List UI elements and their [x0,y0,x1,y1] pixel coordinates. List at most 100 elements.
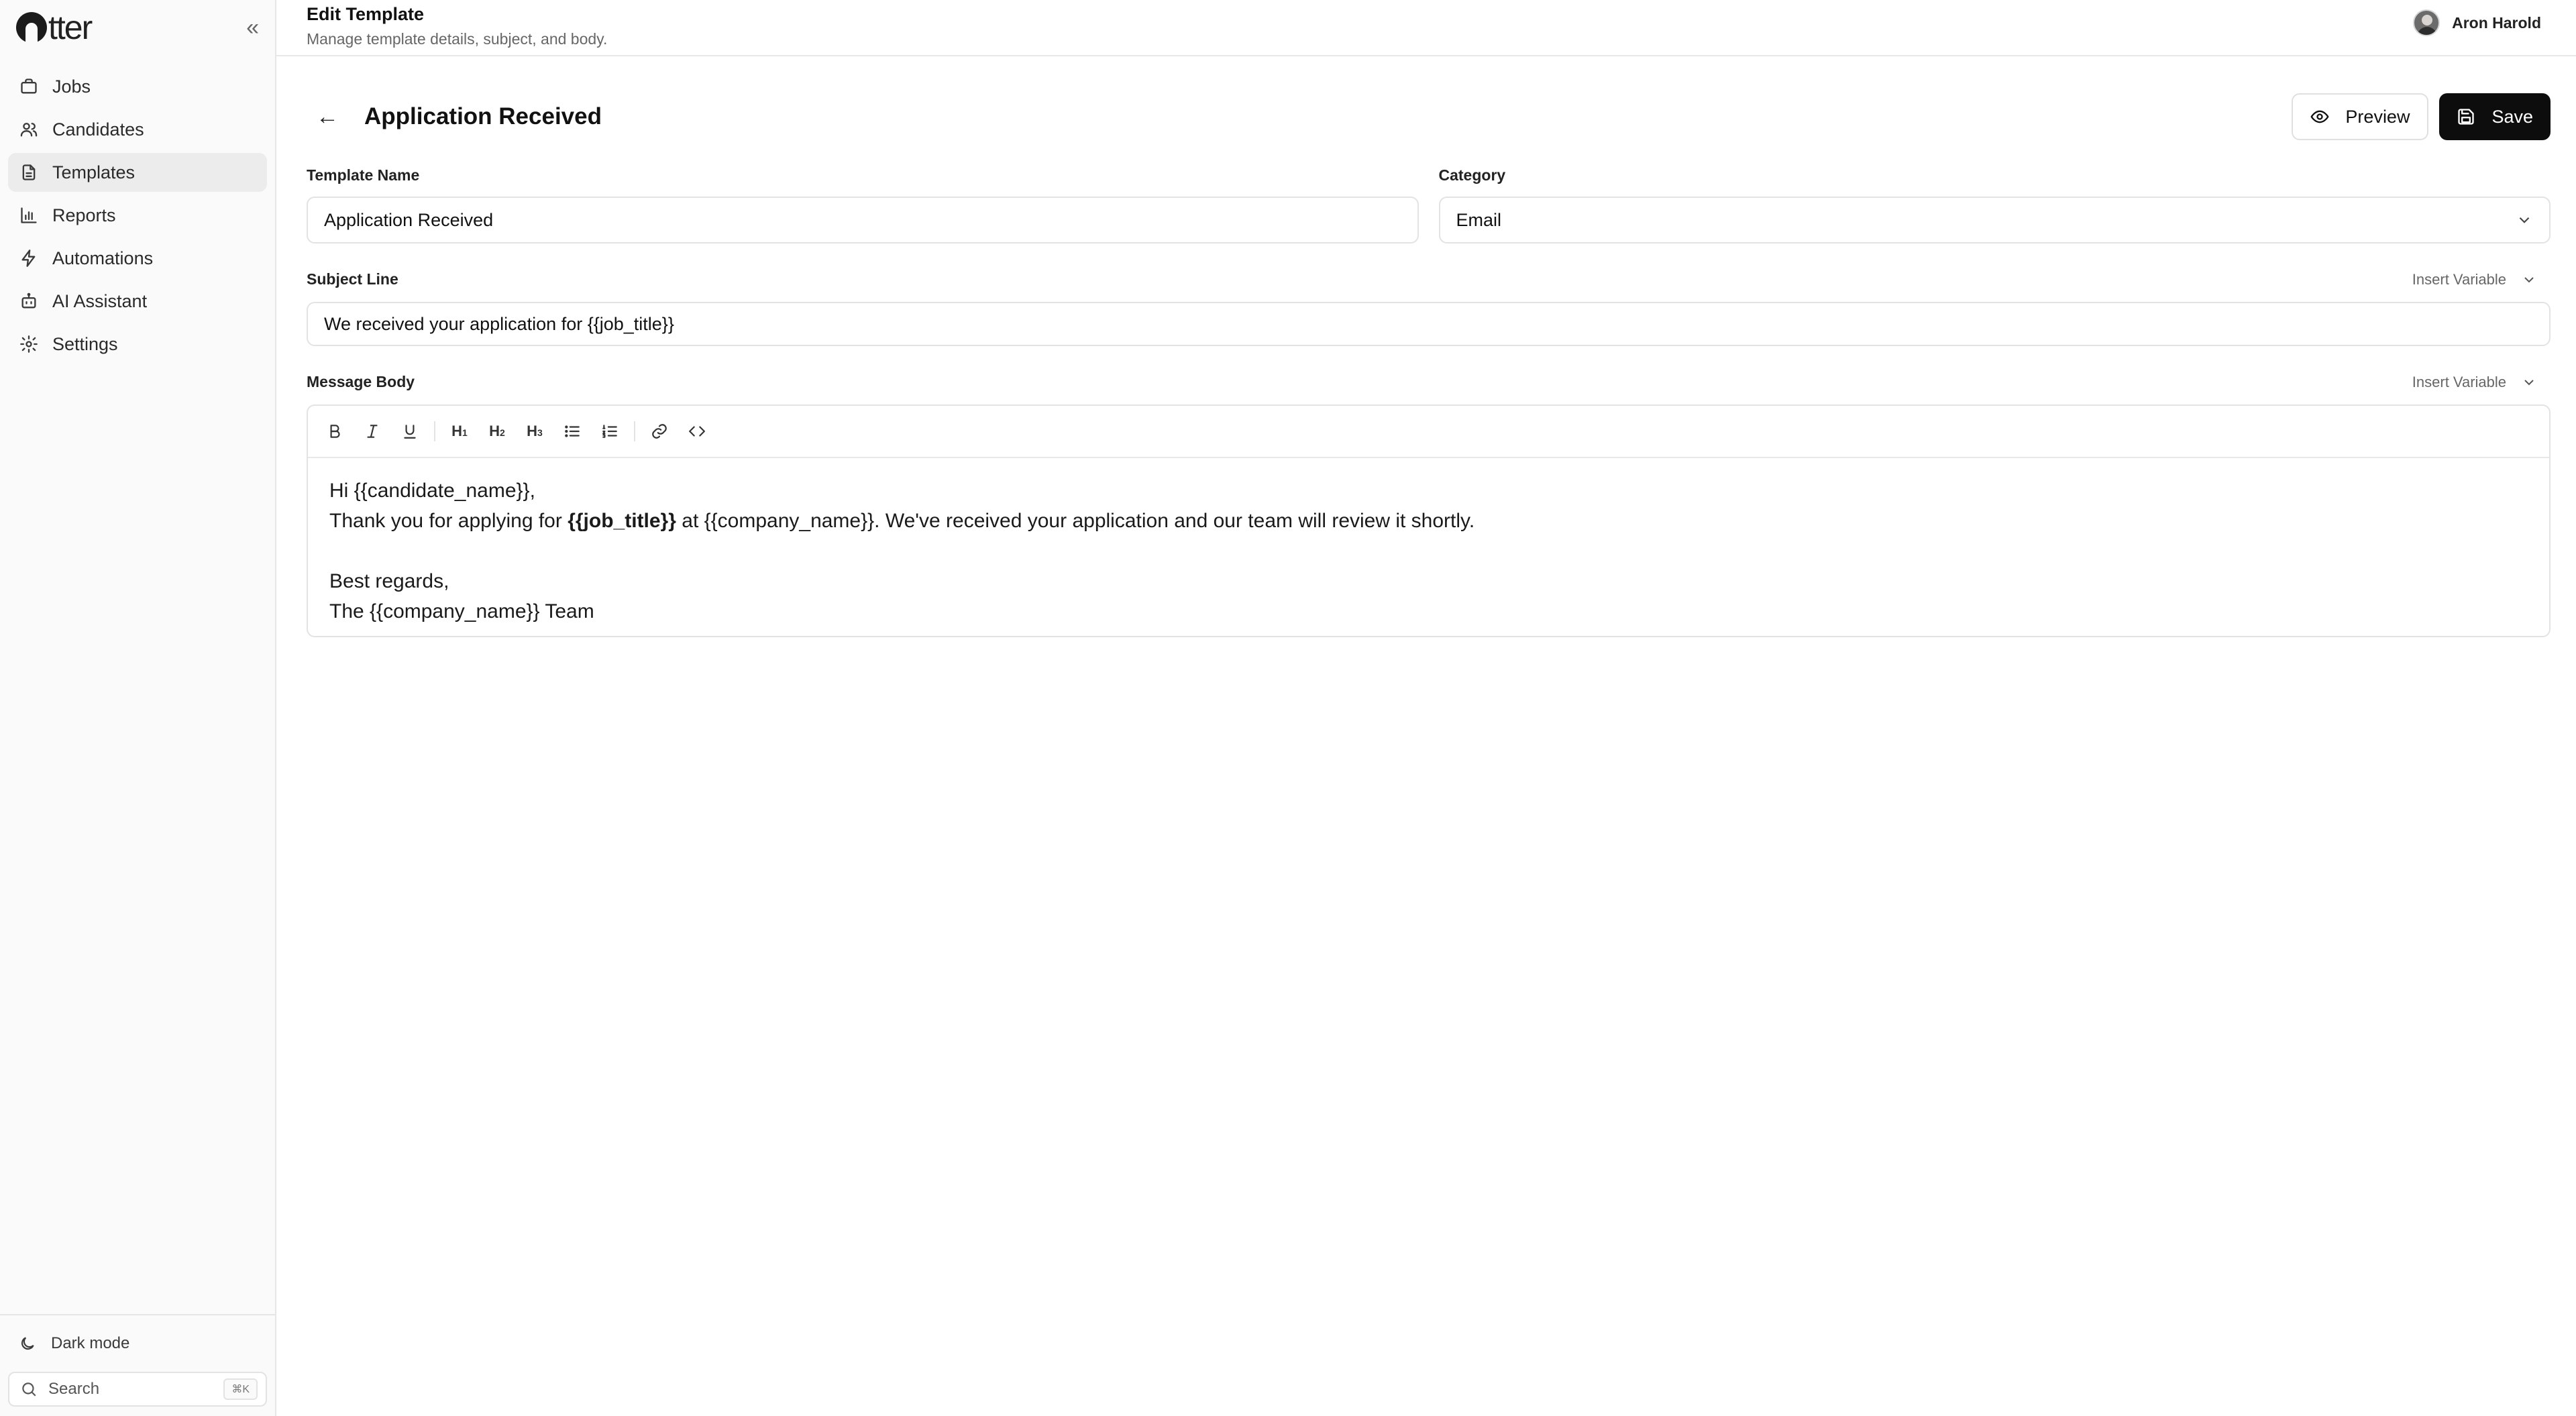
body-line-main: Thank you for applying for {{job_title}}… [329,506,2528,536]
numbered-list-button[interactable] [596,418,623,445]
sidebar-item-label: Jobs [52,76,91,97]
h1-icon: H1 [451,423,468,439]
sidebar-item-label: Settings [52,333,118,354]
moon-icon [21,1337,34,1350]
heading-2-button[interactable]: H2 [484,418,511,445]
bold-icon [330,425,340,438]
heading-3-button[interactable]: H3 [521,418,548,445]
page-header: ← Application Received Preview Save [307,93,2551,141]
app-root: tter « Jobs Candidates Templates Reports… [0,0,2576,1416]
sidebar-item-reports[interactable]: Reports [8,196,267,235]
briefcase-icon [19,76,39,97]
sidebar-item-templates[interactable]: Templates [8,153,267,192]
body-text: at {{company_name}}. We've received your… [676,510,1475,532]
zap-icon [19,248,39,268]
italic-button[interactable] [359,418,386,445]
message-body-editor: H1 H2 H3 Hi {{candidate_name}}, Thank yo… [307,404,2551,637]
insert-variable-label: Insert Variable [2412,373,2506,390]
gear-icon [19,334,39,354]
subject-line-field[interactable]: We received your application for {{job_t… [307,302,2551,346]
underline-button[interactable] [396,418,423,445]
sidebar-item-candidates[interactable]: Candidates [8,110,267,149]
chevron-down-icon [2519,217,2530,223]
topbar-titles: Edit Template Manage template details, s… [307,0,607,48]
save-button[interactable]: Save [2439,93,2551,140]
category-select[interactable]: Email [1438,197,2551,243]
template-name-value: Application Received [324,209,494,230]
sidebar-header: tter « [0,0,275,55]
bot-icon [19,291,39,311]
message-body-label: Message Body [307,373,415,390]
app-logo[interactable]: tter [16,8,93,47]
link-button[interactable] [646,418,673,445]
h3-icon: H3 [527,423,543,439]
template-name-label: Template Name [307,166,420,184]
logo-mark-icon [16,12,47,43]
page-actions: Preview Save [2292,93,2551,140]
bar-chart-icon [19,205,39,225]
heading-1-button[interactable]: H1 [446,418,473,445]
category-value: Email [1456,209,1502,230]
sidebar-item-settings[interactable]: Settings [8,325,267,364]
sidebar-footer: Dark mode Search ⌘K [0,1314,275,1416]
underline-icon [404,425,416,439]
logo-text: tter [48,9,93,46]
italic-icon [367,425,378,438]
save-icon [2458,109,2475,125]
body-line-signature: The {{company_name}} Team [329,600,594,622]
sidebar-item-label: Templates [52,162,136,182]
body-blank-line [329,536,2528,566]
users-icon [19,119,39,140]
body-line-greeting: Hi {{candidate_name}}, [329,480,535,502]
template-name-field-group: Template Name Application Received [307,166,1419,243]
topbar: Edit Template Manage template details, s… [276,0,2576,56]
insert-variable-label: Insert Variable [2412,270,2506,288]
dark-mode-label: Dark mode [51,1334,130,1352]
back-arrow-icon[interactable]: ← [316,104,339,130]
sidebar-item-label: Automations [52,248,154,268]
toolbar-divider [434,421,435,441]
name-category-row: Template Name Application Received Categ… [307,166,2551,243]
category-label: Category [1438,166,1506,184]
chevron-down-icon [2524,276,2534,282]
template-name-field[interactable]: Application Received [307,197,1419,243]
body-insert-variable-dropdown[interactable]: Insert Variable [2412,374,2551,391]
user-menu[interactable]: Aron Harold [2413,9,2541,36]
chevron-down-icon [2524,379,2534,385]
subject-label: Subject Line [307,270,398,288]
subject-insert-variable-dropdown[interactable]: Insert Variable [2412,271,2551,288]
search-icon [22,1382,36,1397]
sidebar-item-ai-assistant[interactable]: AI Assistant [8,282,267,321]
page-header-left: ← Application Received [307,103,602,130]
bold-button[interactable] [321,418,348,445]
search-placeholder: Search [48,1380,100,1398]
collapse-sidebar-icon[interactable]: « [246,15,259,41]
sidebar-item-label: AI Assistant [52,290,148,311]
category-field-group: Category Email [1438,166,2551,243]
main-area: Edit Template Manage template details, s… [276,0,2576,1416]
editor-toolbar: H1 H2 H3 [308,406,2549,458]
search-input[interactable]: Search ⌘K [8,1372,267,1407]
subject-header: Subject Line Insert Variable [307,270,2551,288]
sidebar-item-jobs[interactable]: Jobs [8,67,267,106]
preview-button[interactable]: Preview [2292,93,2429,140]
h2-icon: H2 [489,423,505,439]
bullet-list-button[interactable] [559,418,586,445]
subject-line-value: We received your application for {{job_t… [324,313,674,334]
topbar-title: Edit Template [307,4,425,24]
bullet-list-icon [565,425,580,437]
edit-template-content: ← Application Received Preview Save Temp… [276,93,2576,637]
sidebar: tter « Jobs Candidates Templates Reports… [0,0,276,1416]
save-label: Save [2491,106,2533,127]
body-text: Thank you for applying for [329,510,568,532]
file-text-icon [19,162,39,182]
message-body-header: Message Body Insert Variable [307,373,2551,391]
code-button[interactable] [684,418,710,445]
preview-label: Preview [2345,106,2410,127]
sidebar-nav: Jobs Candidates Templates Reports Automa… [0,55,275,364]
editor-content[interactable]: Hi {{candidate_name}}, Thank you for app… [308,458,2549,636]
dark-mode-toggle[interactable]: Dark mode [8,1325,267,1362]
code-icon [689,426,705,437]
eye-icon [2311,110,2329,123]
sidebar-item-automations[interactable]: Automations [8,239,267,278]
